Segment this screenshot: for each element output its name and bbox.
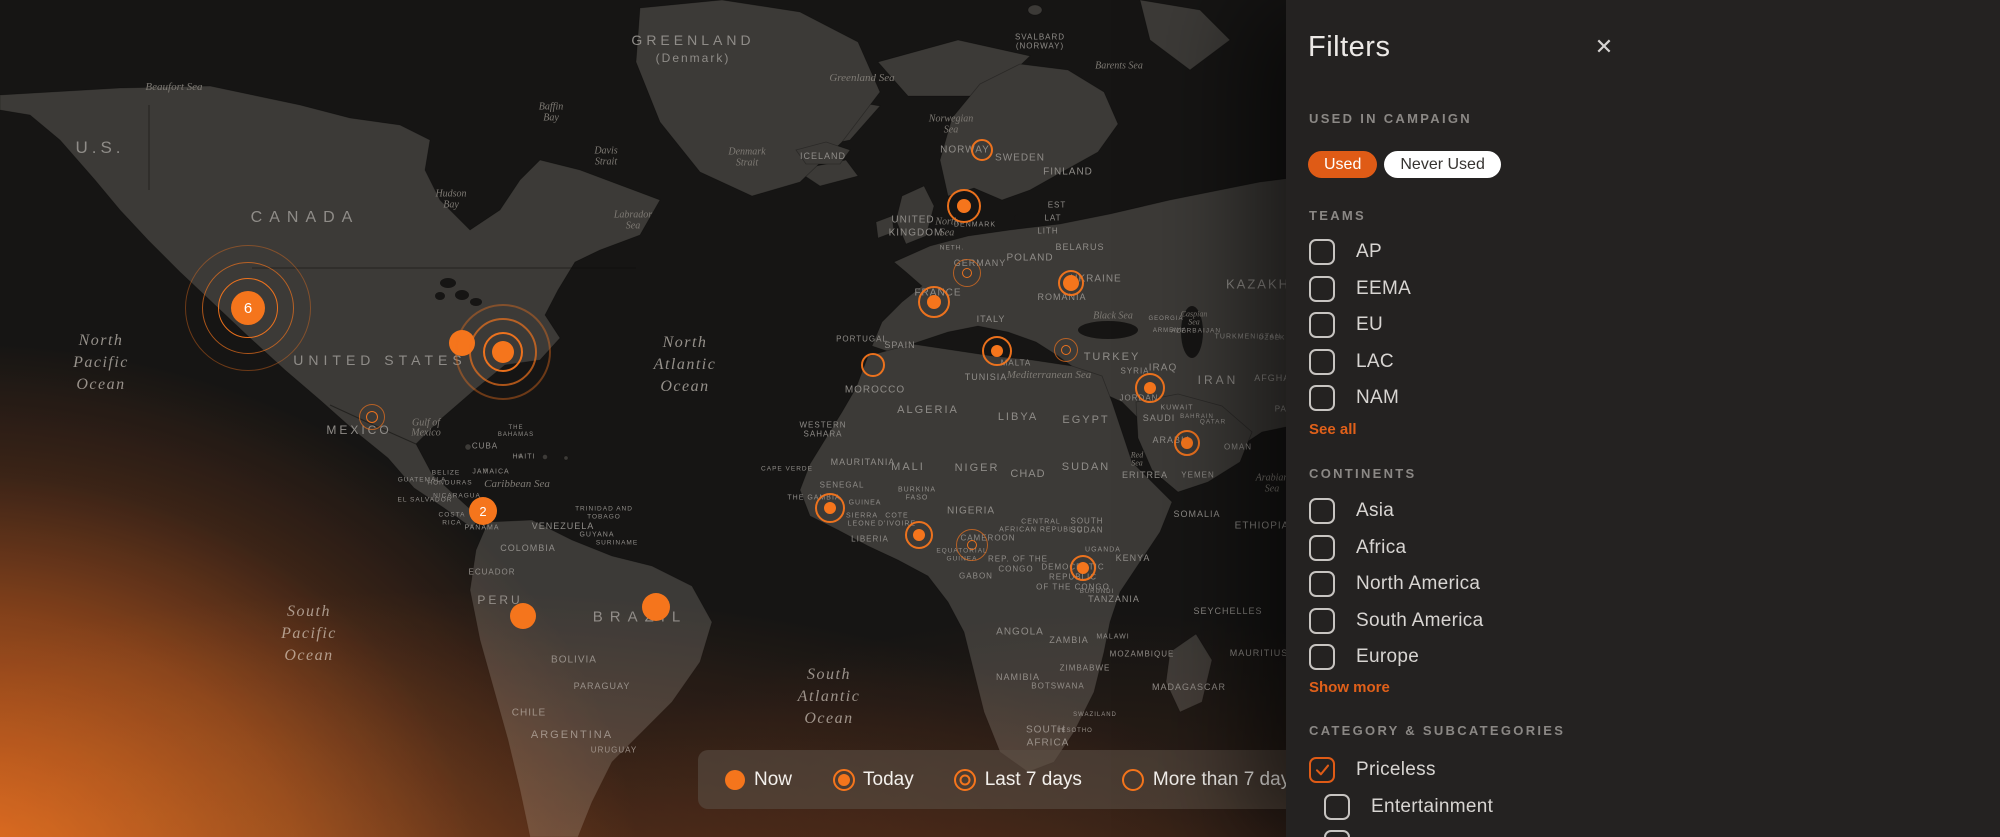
legend-label: Last 7 days bbox=[985, 769, 1082, 791]
continent-asia[interactable]: Asia bbox=[1309, 493, 2000, 530]
checkbox[interactable] bbox=[1309, 535, 1335, 561]
team-ap[interactable]: AP bbox=[1309, 234, 2000, 271]
marker-dot bbox=[957, 199, 971, 213]
see-all-link[interactable]: See all bbox=[1309, 421, 1357, 438]
panel-title: Filters bbox=[1308, 31, 1390, 64]
continent-south-america[interactable]: South America bbox=[1309, 603, 2000, 640]
marker-dot bbox=[913, 529, 925, 541]
filters-panel: Filters ✕ USED IN CAMPAIGN Used Never Us… bbox=[1286, 0, 2000, 837]
legend-label: Today bbox=[863, 769, 914, 791]
checkbox[interactable] bbox=[1324, 830, 1350, 837]
team-lac[interactable]: LAC bbox=[1309, 344, 2000, 381]
checkbox[interactable] bbox=[1309, 608, 1335, 634]
marker-cluster-count: 6 bbox=[231, 291, 265, 325]
checkbox[interactable] bbox=[1309, 644, 1335, 670]
marker-dot bbox=[1181, 437, 1193, 449]
marker-ring bbox=[971, 139, 993, 161]
marker-ring bbox=[359, 404, 385, 430]
checkbox-label: AP bbox=[1356, 241, 1382, 263]
marker-ring bbox=[956, 529, 988, 561]
checkbox-label: EEMA bbox=[1356, 278, 1411, 300]
section-header-teams: TEAMS bbox=[1309, 208, 1366, 223]
checkbox-checked[interactable] bbox=[1309, 757, 1335, 783]
categories-checklist: Priceless Entertainment bbox=[1309, 752, 2000, 837]
legend-now-icon bbox=[723, 768, 746, 791]
continent-europe[interactable]: Europe bbox=[1309, 639, 2000, 676]
legend-older-icon bbox=[1122, 768, 1145, 791]
legend-item-last7: Last 7 days bbox=[954, 768, 1082, 791]
marker-ring bbox=[1054, 338, 1078, 362]
category-priceless[interactable]: Priceless bbox=[1309, 752, 2000, 789]
marker-dot bbox=[927, 295, 941, 309]
category-blank[interactable] bbox=[1324, 825, 2000, 837]
checkbox-label: North America bbox=[1356, 573, 1480, 595]
checkbox-label: South America bbox=[1356, 610, 1483, 632]
pill-used[interactable]: Used bbox=[1308, 151, 1377, 178]
marker-dot bbox=[642, 593, 670, 621]
checkbox-label: Africa bbox=[1356, 537, 1406, 559]
legend-item-today: Today bbox=[832, 768, 914, 791]
marker-ring bbox=[861, 353, 885, 377]
checkbox[interactable] bbox=[1309, 276, 1335, 302]
marker-cluster-count: 2 bbox=[469, 497, 497, 525]
checkbox-label: LAC bbox=[1356, 351, 1394, 373]
checkbox[interactable] bbox=[1309, 498, 1335, 524]
team-eu[interactable]: EU bbox=[1309, 307, 2000, 344]
teams-checklist: AP EEMA EU LAC NAM bbox=[1309, 234, 2000, 417]
team-nam[interactable]: NAM bbox=[1309, 380, 2000, 417]
continents-checklist: Asia Africa North America South America Euro… bbox=[1309, 493, 2000, 676]
legend-item-now: Now bbox=[723, 768, 792, 791]
section-header-categories: CATEGORY & SUBCATEGORIES bbox=[1309, 723, 1565, 738]
checkbox[interactable] bbox=[1309, 571, 1335, 597]
marker-dot bbox=[1144, 382, 1156, 394]
checkbox[interactable] bbox=[1309, 239, 1335, 265]
legend-last7-icon bbox=[954, 768, 977, 791]
checkbox[interactable] bbox=[1309, 385, 1335, 411]
used-in-campaign-toggle: Used Never Used bbox=[1308, 151, 1501, 178]
checkbox-label: Entertainment bbox=[1371, 796, 1493, 818]
team-eema[interactable]: EEMA bbox=[1309, 271, 2000, 308]
marker-dot bbox=[510, 603, 536, 629]
marker-dot bbox=[991, 345, 1003, 357]
checkbox-label: EU bbox=[1356, 314, 1383, 336]
continent-africa[interactable]: Africa bbox=[1309, 530, 2000, 567]
checkbox-label: NAM bbox=[1356, 387, 1399, 409]
continent-north-america[interactable]: North America bbox=[1309, 566, 2000, 603]
marker-dot bbox=[824, 502, 836, 514]
checkbox[interactable] bbox=[1309, 349, 1335, 375]
show-more-link[interactable]: Show more bbox=[1309, 679, 1390, 696]
close-icon[interactable]: ✕ bbox=[1589, 32, 1619, 62]
pill-never-used[interactable]: Never Used bbox=[1384, 151, 1500, 178]
checkbox[interactable] bbox=[1309, 312, 1335, 338]
checkbox-label: Asia bbox=[1356, 500, 1394, 522]
marker-dot bbox=[1077, 562, 1089, 574]
checkbox-label: Priceless bbox=[1356, 759, 1436, 781]
marker-dot bbox=[1063, 275, 1079, 291]
section-header-used-in-campaign: USED IN CAMPAIGN bbox=[1309, 111, 1472, 126]
marker-dot bbox=[492, 341, 514, 363]
legend-label: Now bbox=[754, 769, 792, 791]
legend-today-icon bbox=[832, 768, 855, 791]
app-window: U.S.CANADAUNITED STATESMEXICOGREENLAND(D… bbox=[0, 0, 2000, 837]
section-header-continents: CONTINENTS bbox=[1309, 466, 1417, 481]
checkbox[interactable] bbox=[1324, 794, 1350, 820]
checkbox-label: Europe bbox=[1356, 646, 1419, 668]
category-entertainment[interactable]: Entertainment bbox=[1324, 789, 2000, 826]
marker-ring bbox=[953, 259, 981, 287]
